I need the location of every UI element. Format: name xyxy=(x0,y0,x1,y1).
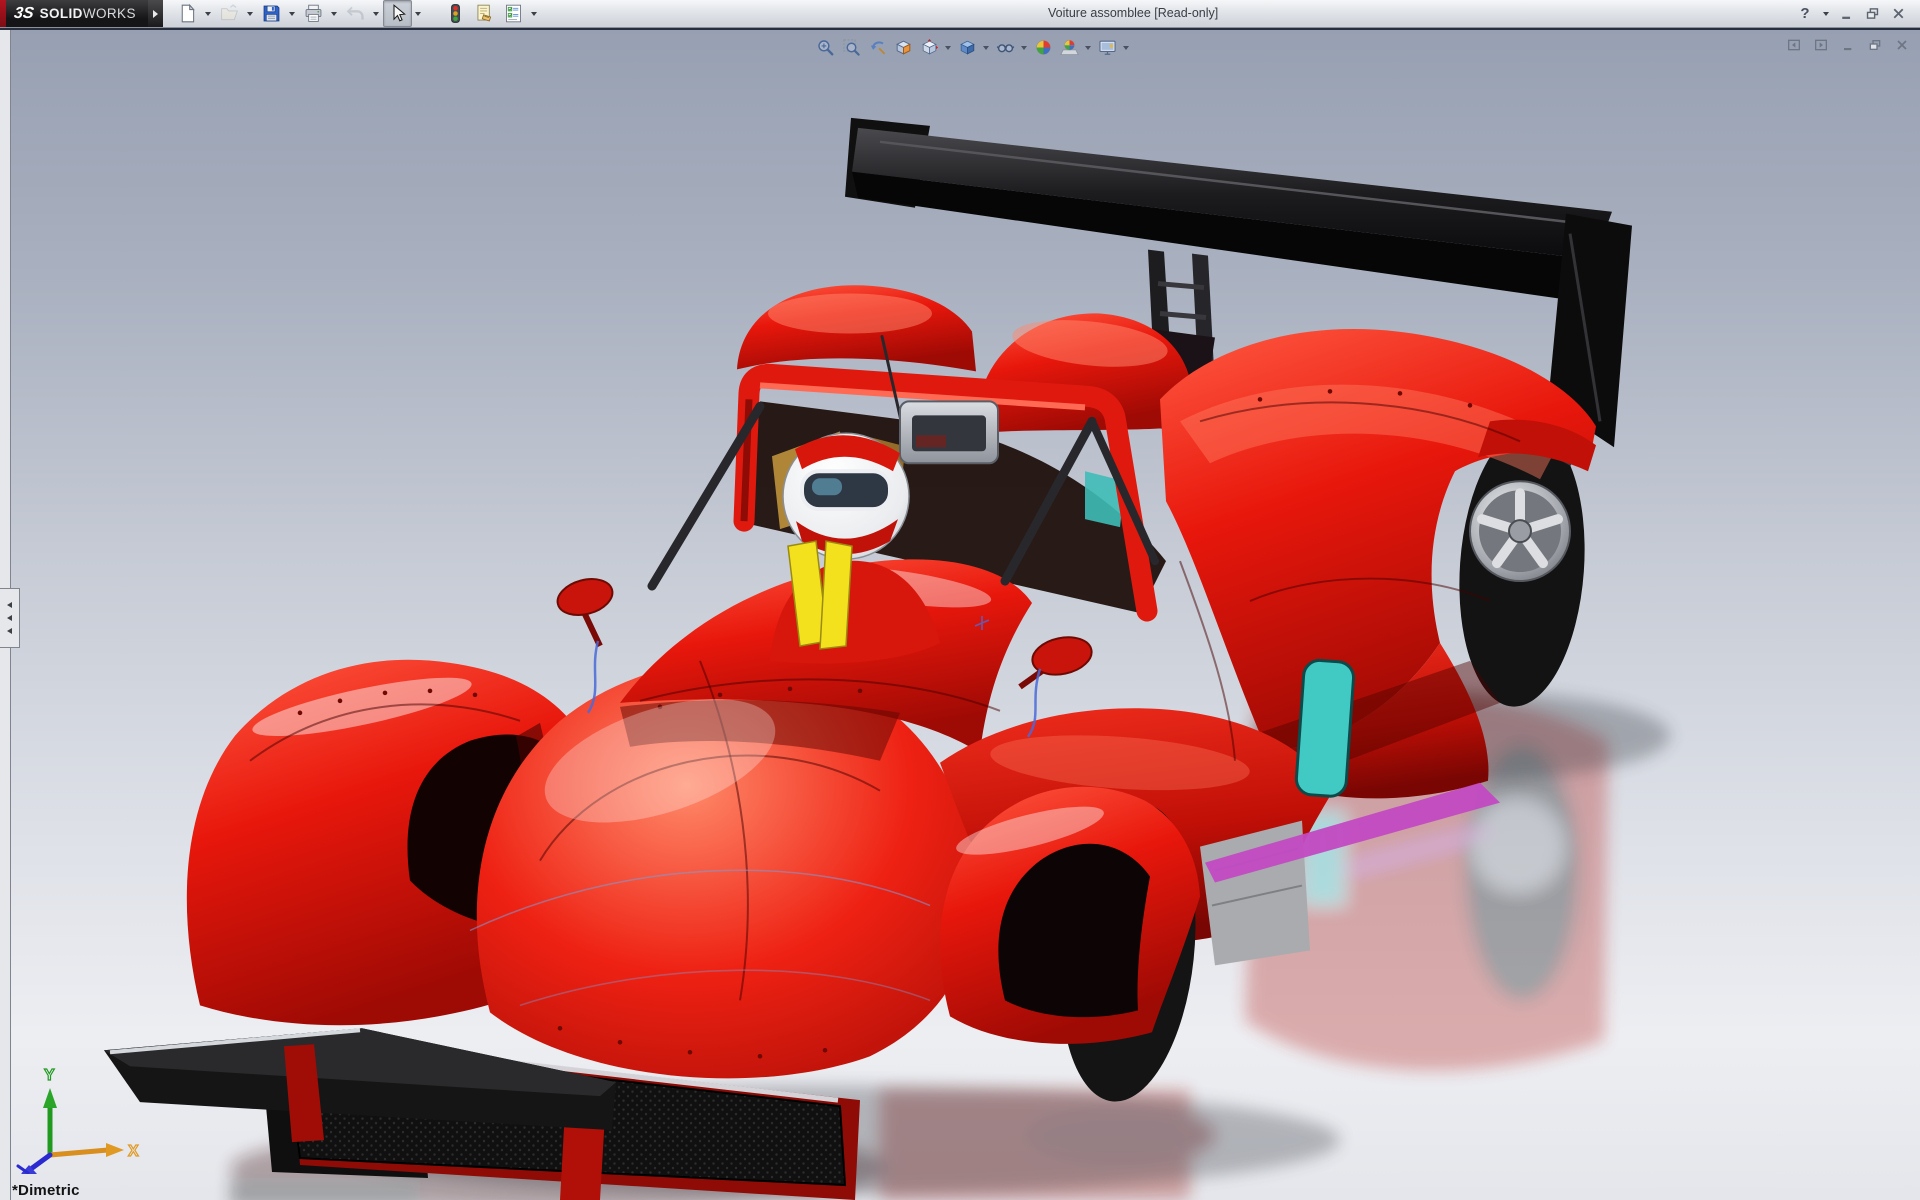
edit-appearance-button[interactable] xyxy=(1030,36,1056,60)
display-style-dropdown-caret[interactable] xyxy=(980,35,992,60)
select-icon xyxy=(387,3,408,24)
apply-scene-button[interactable] xyxy=(1056,36,1082,60)
restore-document-button[interactable] xyxy=(1863,34,1887,56)
zoom-to-fit-button[interactable] xyxy=(812,36,838,60)
help-dropdown-caret[interactable] xyxy=(1819,1,1832,26)
new-document-button[interactable] xyxy=(173,0,202,27)
feature-manager-expand-tab[interactable] xyxy=(0,588,20,648)
titlebar-window-controls: ? xyxy=(1793,1,1920,26)
minimize-document-button[interactable] xyxy=(1836,34,1860,56)
display-style-icon xyxy=(958,38,977,57)
print-button[interactable] xyxy=(299,0,328,27)
main-toolbar xyxy=(173,0,541,27)
restore-icon xyxy=(1866,8,1878,19)
help-icon: ? xyxy=(1800,5,1810,22)
minimize-button[interactable] xyxy=(1834,3,1858,25)
restore-document-icon xyxy=(1869,40,1881,50)
titlebar: 3S SOLIDWORKS Voiture assomblee [Read-on… xyxy=(0,0,1920,28)
select-dropdown-caret[interactable] xyxy=(412,1,425,26)
zoom-to-area-icon xyxy=(842,38,861,57)
zoom-to-area-button[interactable] xyxy=(838,36,864,60)
triad-y-label: Y xyxy=(44,1067,55,1084)
new-document-dropdown-caret[interactable] xyxy=(202,1,215,26)
view-settings-button[interactable] xyxy=(1094,36,1120,60)
options-dropdown-caret[interactable] xyxy=(528,1,541,26)
view-settings-dropdown-caret[interactable] xyxy=(1120,35,1132,60)
close-button[interactable] xyxy=(1886,3,1910,25)
options-button[interactable] xyxy=(499,0,528,27)
rebuild-button[interactable] xyxy=(441,0,470,27)
save-button[interactable] xyxy=(257,0,286,27)
select-button[interactable] xyxy=(382,0,412,27)
minimize-document-icon xyxy=(1844,48,1852,51)
save-icon xyxy=(261,3,282,24)
expand-pane-button[interactable] xyxy=(1809,34,1833,56)
rebuild-icon xyxy=(445,3,466,24)
view-orientation-dropdown-caret[interactable] xyxy=(942,35,954,60)
hide-show-items-button[interactable] xyxy=(992,36,1018,60)
save-dropdown-caret[interactable] xyxy=(286,1,299,26)
apply-scene-icon xyxy=(1059,38,1079,57)
apply-scene-dropdown-caret[interactable] xyxy=(1082,35,1094,60)
close-icon xyxy=(1893,8,1903,19)
help-button[interactable]: ? xyxy=(1793,3,1817,25)
undo-icon xyxy=(345,3,366,24)
heads-up-view-toolbar xyxy=(812,35,1132,60)
viewport[interactable]: Y X *Dimetric xyxy=(0,28,1920,1200)
file-properties-button[interactable] xyxy=(470,0,499,27)
display-style-button[interactable] xyxy=(954,36,980,60)
open-dropdown-caret[interactable] xyxy=(244,1,257,26)
close-document-button[interactable] xyxy=(1890,34,1914,56)
zoom-to-fit-icon xyxy=(816,38,835,57)
section-view-icon xyxy=(894,38,913,57)
minimize-icon xyxy=(1841,16,1850,19)
open-button xyxy=(215,0,244,27)
close-document-icon xyxy=(1897,40,1907,50)
new-document-icon xyxy=(177,3,198,24)
hide-show-items-dropdown-caret[interactable] xyxy=(1018,35,1030,60)
document-window-controls xyxy=(1782,34,1914,56)
undo-dropdown-caret[interactable] xyxy=(370,1,383,26)
view-orientation-button[interactable] xyxy=(916,36,942,60)
mirror-box xyxy=(899,400,999,465)
view-orientation-label: *Dimetric xyxy=(12,1182,80,1199)
car-render[interactable] xyxy=(0,30,1920,1200)
collapse-pane-icon xyxy=(1788,39,1800,51)
edit-appearance-icon xyxy=(1034,38,1053,57)
print-dropdown-caret[interactable] xyxy=(328,1,341,26)
restore-button[interactable] xyxy=(1860,3,1884,25)
expand-pane-icon xyxy=(1815,39,1827,51)
view-orientation-icon xyxy=(920,38,939,57)
file-properties-icon xyxy=(474,3,495,24)
previous-view-button[interactable] xyxy=(864,36,890,60)
solidworks-logo-text: SOLIDWORKS xyxy=(39,6,136,21)
reference-triad: Y X xyxy=(16,1066,140,1174)
collapse-pane-button[interactable] xyxy=(1782,34,1806,56)
undo-button xyxy=(341,0,370,27)
view-settings-icon xyxy=(1098,38,1117,57)
seat-belt xyxy=(819,540,853,650)
window-title: Voiture assomblee [Read-only] xyxy=(1048,6,1219,20)
triad-x-label: X xyxy=(128,1143,139,1160)
logo-flyout-arrow[interactable] xyxy=(147,0,163,27)
section-view-button[interactable] xyxy=(890,36,916,60)
options-icon xyxy=(503,3,524,24)
previous-view-icon xyxy=(868,38,887,57)
solidworks-logo: 3S SOLIDWORKS xyxy=(6,0,148,27)
open-icon xyxy=(219,3,240,24)
hide-show-items-icon xyxy=(996,38,1015,57)
solidworks-logo-mark: 3S xyxy=(12,4,35,22)
print-icon xyxy=(303,3,324,24)
